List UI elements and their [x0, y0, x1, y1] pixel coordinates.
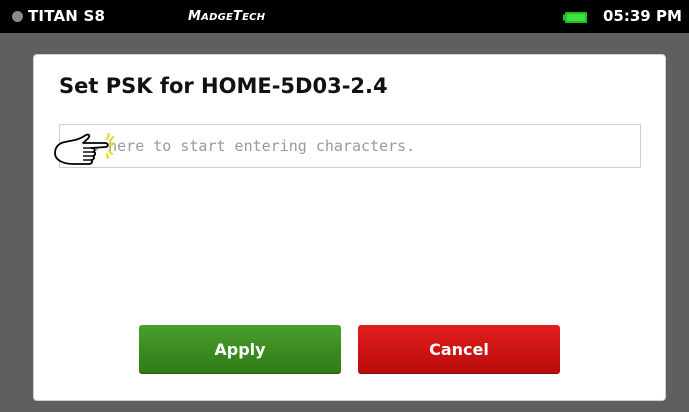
status-indicator-icon	[12, 11, 23, 22]
battery-full-icon	[563, 12, 587, 23]
brand-logo: MADGETECH	[188, 9, 266, 24]
psk-input[interactable]	[59, 124, 641, 168]
dialog-title: Set PSK for HOME-5D03-2.4	[59, 74, 388, 98]
device-name: TITAN S8	[28, 7, 106, 25]
cancel-button[interactable]: Cancel	[358, 325, 560, 374]
device-screen: TITAN S8 MADGETECH 05:39 PM Set PSK for …	[0, 0, 689, 412]
apply-button[interactable]: Apply	[139, 325, 341, 374]
clock: 05:39 PM	[603, 7, 682, 25]
psk-dialog: Set PSK for HOME-5D03-2.4 Apply Cancel	[33, 54, 666, 401]
status-bar: TITAN S8 MADGETECH 05:39 PM	[0, 0, 689, 33]
